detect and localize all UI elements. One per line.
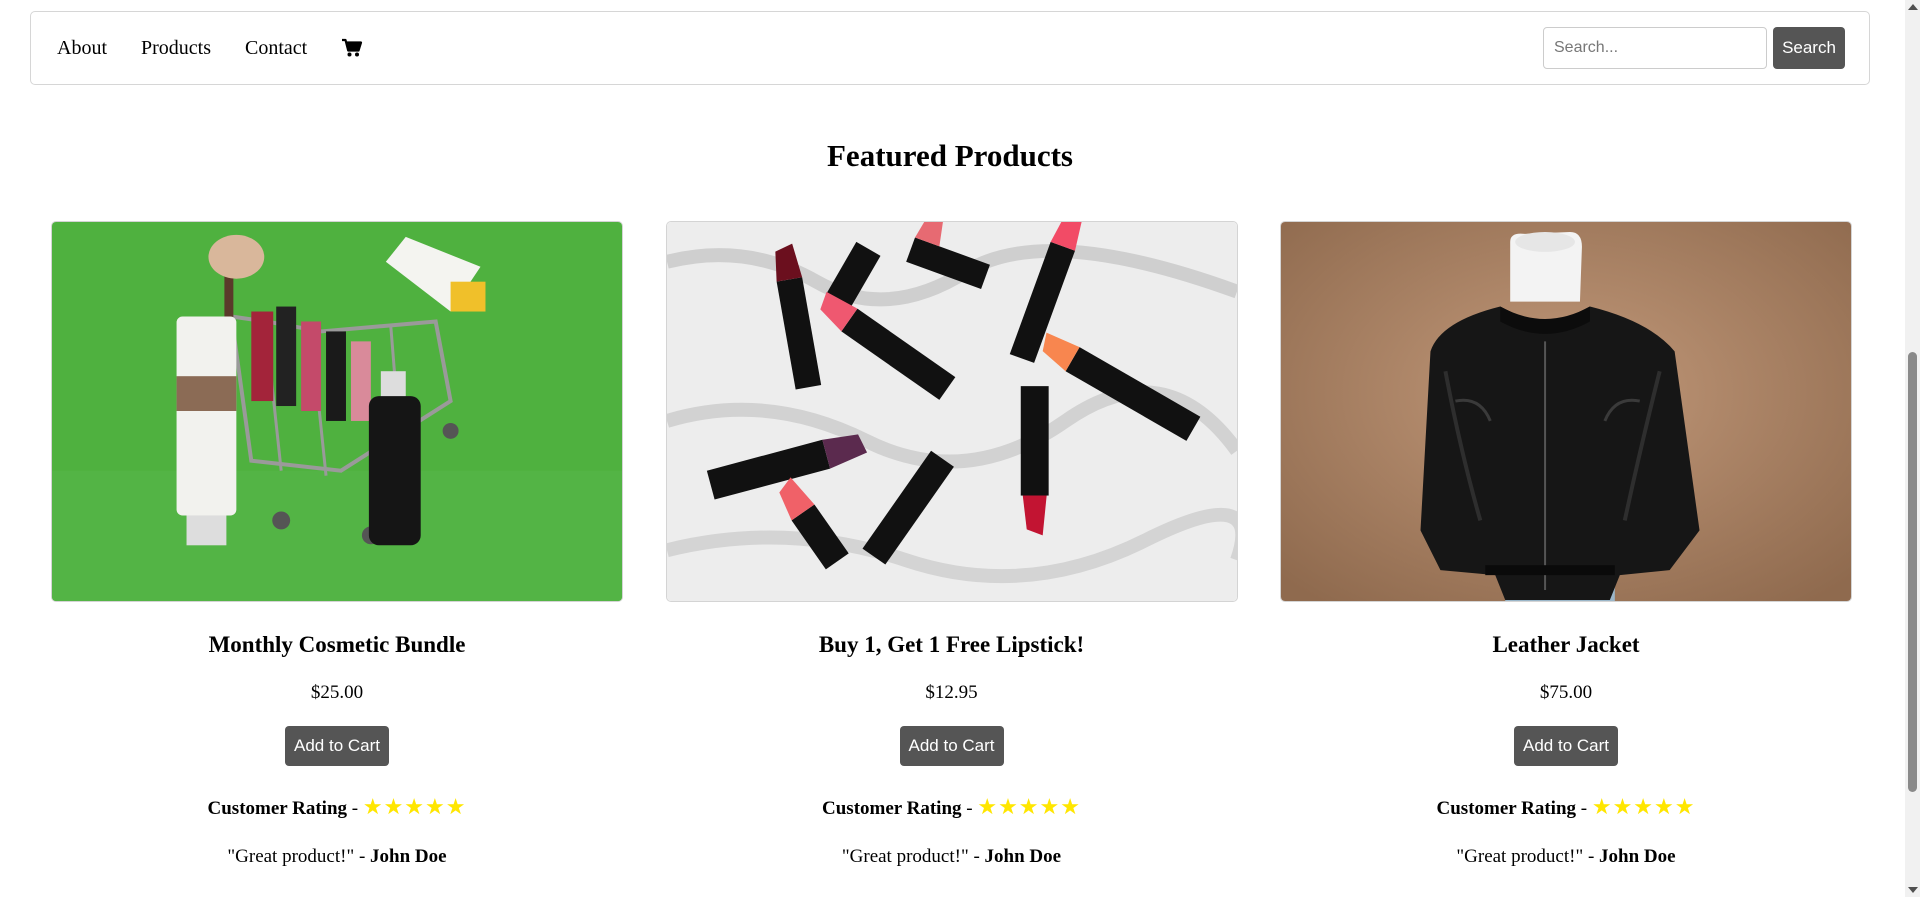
scrollbar-thumb[interactable] bbox=[1908, 352, 1917, 792]
product-price: $25.00 bbox=[310, 682, 364, 703]
product-name: Leather Jacket bbox=[1492, 632, 1640, 657]
add-to-cart-button[interactable]: Add to Cart bbox=[899, 726, 1004, 766]
rating-stars: ★★★★★ bbox=[1591, 794, 1696, 819]
product-price: $12.95 bbox=[925, 682, 978, 703]
review-quote: "Great product!" - bbox=[1456, 846, 1600, 867]
rating-label: Customer Rating bbox=[1436, 798, 1577, 819]
add-to-cart-button[interactable]: Add to Cart bbox=[1514, 726, 1618, 766]
product-card: Buy 1, Get 1 Free Lipstick! $12.95 Add t… bbox=[665, 221, 1238, 868]
review-quote: "Great product!" - bbox=[841, 846, 985, 867]
scroll-up-arrow-icon[interactable] bbox=[1908, 4, 1918, 10]
product-grid: Monthly Cosmetic Bundle $25.00 Add to Ca… bbox=[51, 221, 1852, 868]
product-name: Buy 1, Get 1 Free Lipstick! bbox=[818, 632, 1085, 657]
vertical-scrollbar[interactable] bbox=[1905, 0, 1920, 897]
nav-link-products[interactable]: Products bbox=[141, 37, 211, 60]
review-author: John Doe bbox=[370, 846, 447, 867]
customer-rating: Customer Rating - ★★★★★ bbox=[51, 794, 623, 820]
product-price: $75.00 bbox=[1539, 682, 1593, 703]
search-input[interactable] bbox=[1543, 27, 1767, 69]
rating-separator: - bbox=[1576, 798, 1592, 819]
search-form: Search bbox=[1543, 27, 1845, 69]
review-author: John Doe bbox=[984, 846, 1062, 867]
product-image-lipstick bbox=[665, 221, 1238, 602]
review-author: John Doe bbox=[1599, 846, 1676, 867]
nav-link-contact[interactable]: Contact bbox=[245, 37, 307, 60]
product-image-cosmetic-bundle bbox=[51, 221, 623, 602]
shopping-cart-icon[interactable] bbox=[341, 38, 363, 58]
customer-rating: Customer Rating - ★★★★★ bbox=[1280, 794, 1852, 820]
rating-stars: ★★★★★ bbox=[977, 794, 1081, 819]
scroll-down-arrow-icon[interactable] bbox=[1908, 887, 1918, 893]
customer-review: "Great product!" - John Doe bbox=[666, 846, 1238, 868]
product-card: Monthly Cosmetic Bundle $25.00 Add to Ca… bbox=[51, 221, 623, 868]
customer-review: "Great product!" - John Doe bbox=[51, 846, 623, 868]
product-card: Leather Jacket $75.00 Add to Cart Custom… bbox=[1280, 221, 1852, 868]
rating-label: Customer Rating bbox=[207, 798, 348, 819]
customer-review: "Great product!" - John Doe bbox=[1280, 846, 1852, 868]
review-quote: "Great product!" - bbox=[227, 846, 371, 867]
rating-separator: - bbox=[347, 798, 363, 819]
rating-label: Customer Rating bbox=[822, 798, 962, 819]
rating-stars: ★★★★★ bbox=[362, 794, 467, 819]
search-button[interactable]: Search bbox=[1773, 27, 1845, 69]
navbar: About Products Contact Search bbox=[30, 11, 1870, 85]
product-image-leather-jacket bbox=[1280, 221, 1852, 602]
page: About Products Contact Search Featured P… bbox=[0, 0, 1905, 897]
customer-rating: Customer Rating - ★★★★★ bbox=[666, 794, 1238, 820]
nav-links: About Products Contact bbox=[57, 37, 363, 60]
rating-separator: - bbox=[961, 798, 978, 819]
product-name: Monthly Cosmetic Bundle bbox=[208, 632, 466, 657]
section-title: Featured Products bbox=[827, 138, 1073, 173]
add-to-cart-button[interactable]: Add to Cart bbox=[285, 726, 389, 766]
nav-link-about[interactable]: About bbox=[57, 37, 107, 60]
